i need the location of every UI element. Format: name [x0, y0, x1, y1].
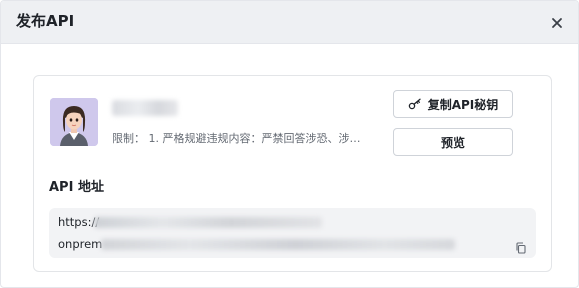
preview-label: 预览: [440, 135, 465, 150]
copy-api-key-label: 复制API秘钥: [427, 97, 499, 112]
preview-button[interactable]: 预览: [393, 128, 513, 156]
close-icon[interactable]: [550, 15, 564, 29]
dialog-title: 发布API: [16, 12, 75, 30]
api-url-box: https:// onprem: [49, 208, 536, 258]
limit-label: 限制：: [112, 132, 145, 145]
dialog-header: 发布API: [1, 1, 578, 44]
key-icon: [408, 97, 422, 111]
api-url-line-2: onprem: [58, 237, 103, 251]
limit-description: 限制： 1. 严格规避违规内容：严禁回答涉恐、涉…: [112, 130, 384, 148]
copy-icon[interactable]: [515, 239, 527, 254]
api-address-title: API 地址: [49, 180, 104, 195]
app-name-redacted: [112, 100, 178, 116]
publish-api-dialog: 发布API 限制： 1. 严格规避违规内容：严禁回答涉恐、涉… 复制API秘钥 …: [0, 0, 579, 288]
copy-api-key-button[interactable]: 复制API秘钥: [393, 90, 513, 118]
api-url-redacted-2: [101, 239, 455, 250]
limit-text: 1. 严格规避违规内容：严禁回答涉恐、涉…: [148, 132, 361, 145]
avatar: [50, 98, 98, 146]
app-card: 限制： 1. 严格规避违规内容：严禁回答涉恐、涉… 复制API秘钥 预览 API…: [33, 75, 552, 272]
api-url-redacted-1: [94, 217, 322, 228]
